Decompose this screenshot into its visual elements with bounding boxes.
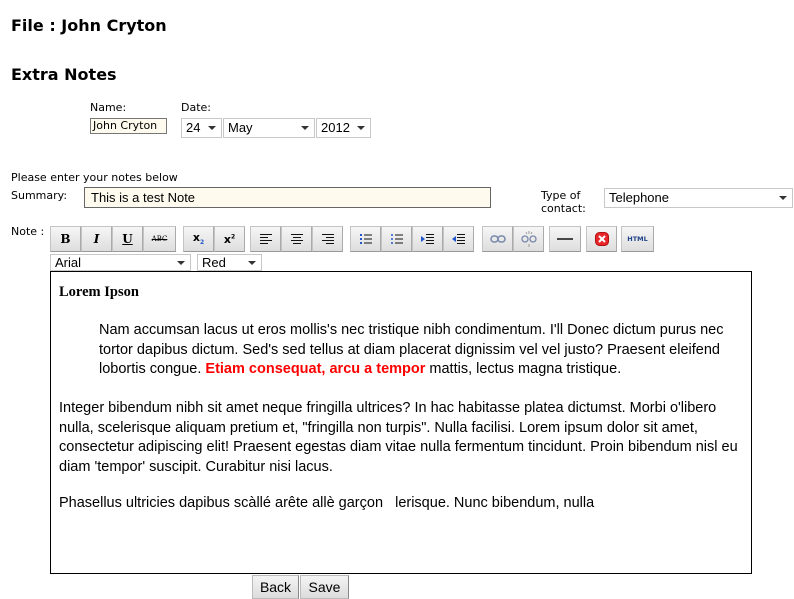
font-family-select[interactable]: Arial — [50, 254, 191, 271]
date-label: Date: — [181, 101, 211, 114]
highlighted-text: Etiam consequat, arcu a tempor — [205, 361, 426, 377]
font-family-value: Arial — [55, 255, 82, 270]
align-center-button[interactable] — [281, 226, 312, 252]
editor-heading: Lorem Ipson — [59, 284, 139, 300]
contact-type-label-line1: Type of — [541, 189, 581, 202]
html-source-icon: HTML — [627, 235, 648, 243]
align-center-icon — [290, 234, 303, 244]
save-button[interactable]: Save — [300, 575, 349, 599]
note-editor[interactable]: Lorem Ipson Nam accumsan lacus ut eros m… — [50, 271, 752, 574]
remove-format-icon — [594, 232, 609, 246]
year-select-value: 2012 — [321, 120, 350, 135]
note-label: Note : — [11, 225, 45, 238]
strikethrough-button[interactable]: ABC — [143, 226, 176, 252]
summary-field[interactable]: This is a test Note — [84, 187, 491, 208]
summary-label: Summary: — [11, 189, 68, 202]
bold-button[interactable]: B — [50, 226, 81, 252]
paragraph-1-tail: mattis, lectus magna tristique. — [425, 361, 622, 377]
subscript-button[interactable]: x2 — [183, 226, 214, 252]
chevron-down-icon — [357, 126, 365, 130]
editor-paragraph-3: Phasellus ultricies dapibus scàllé arête… — [59, 495, 595, 511]
name-field[interactable]: John Cryton — [90, 118, 167, 134]
strikethrough-icon: ABC — [151, 235, 168, 243]
section-title: Extra Notes — [11, 65, 117, 84]
ordered-list-icon — [359, 234, 372, 244]
editor-paragraph-2: Integer bibendum nibh sit amet neque fri… — [59, 400, 738, 475]
html-source-button[interactable]: HTML — [621, 226, 654, 252]
font-color-select[interactable]: Red — [197, 254, 262, 271]
link-icon — [489, 235, 506, 243]
chevron-down-icon — [779, 196, 787, 200]
bold-icon: B — [60, 232, 71, 246]
chevron-down-icon — [208, 126, 216, 130]
year-select[interactable]: 2012 — [316, 118, 371, 138]
horizontal-rule-icon — [557, 238, 573, 240]
align-right-icon — [321, 234, 334, 244]
subscript-icon: x2 — [192, 231, 205, 247]
chevron-down-icon — [301, 126, 309, 130]
align-left-button[interactable] — [250, 226, 281, 252]
contact-type-select[interactable]: Telephone — [604, 188, 793, 208]
day-select-value: 24 — [186, 120, 201, 135]
name-label: Name: — [90, 101, 127, 114]
outdent-icon — [451, 234, 465, 244]
unordered-list-icon — [390, 234, 403, 244]
font-color-value: Red — [202, 255, 226, 270]
instructions-text: Please enter your notes below — [11, 171, 178, 184]
day-select[interactable]: 24 — [181, 118, 222, 138]
align-right-button[interactable] — [312, 226, 343, 252]
superscript-icon: x2 — [223, 232, 236, 246]
contact-type-value: Telephone — [609, 190, 669, 205]
superscript-button[interactable]: x2 — [214, 226, 245, 252]
italic-button[interactable]: I — [81, 226, 112, 252]
ordered-list-button[interactable] — [350, 226, 381, 252]
remove-format-button[interactable] — [586, 226, 617, 252]
underline-icon: U — [122, 232, 133, 246]
contact-type-label-line2: contact: — [541, 202, 586, 215]
file-title: File : John Cryton — [11, 16, 167, 35]
editor-paragraph-1: Nam accumsan lacus ut eros mollis's nec … — [99, 321, 739, 380]
indent-icon — [420, 234, 434, 244]
contact-type-label: Type of contact: — [541, 189, 586, 215]
month-select[interactable]: May — [223, 118, 315, 138]
back-button[interactable]: Back — [252, 575, 299, 599]
unlink-icon — [520, 231, 537, 247]
italic-icon: I — [93, 232, 100, 246]
chevron-down-icon — [248, 261, 256, 265]
indent-button[interactable] — [412, 226, 443, 252]
month-select-value: May — [228, 120, 253, 135]
link-button[interactable] — [482, 226, 513, 252]
align-left-icon — [259, 234, 272, 244]
chevron-down-icon — [177, 261, 185, 265]
horizontal-rule-button[interactable] — [549, 226, 581, 252]
unlink-button[interactable] — [513, 226, 544, 252]
underline-button[interactable]: U — [112, 226, 143, 252]
unordered-list-button[interactable] — [381, 226, 412, 252]
outdent-button[interactable] — [443, 226, 474, 252]
